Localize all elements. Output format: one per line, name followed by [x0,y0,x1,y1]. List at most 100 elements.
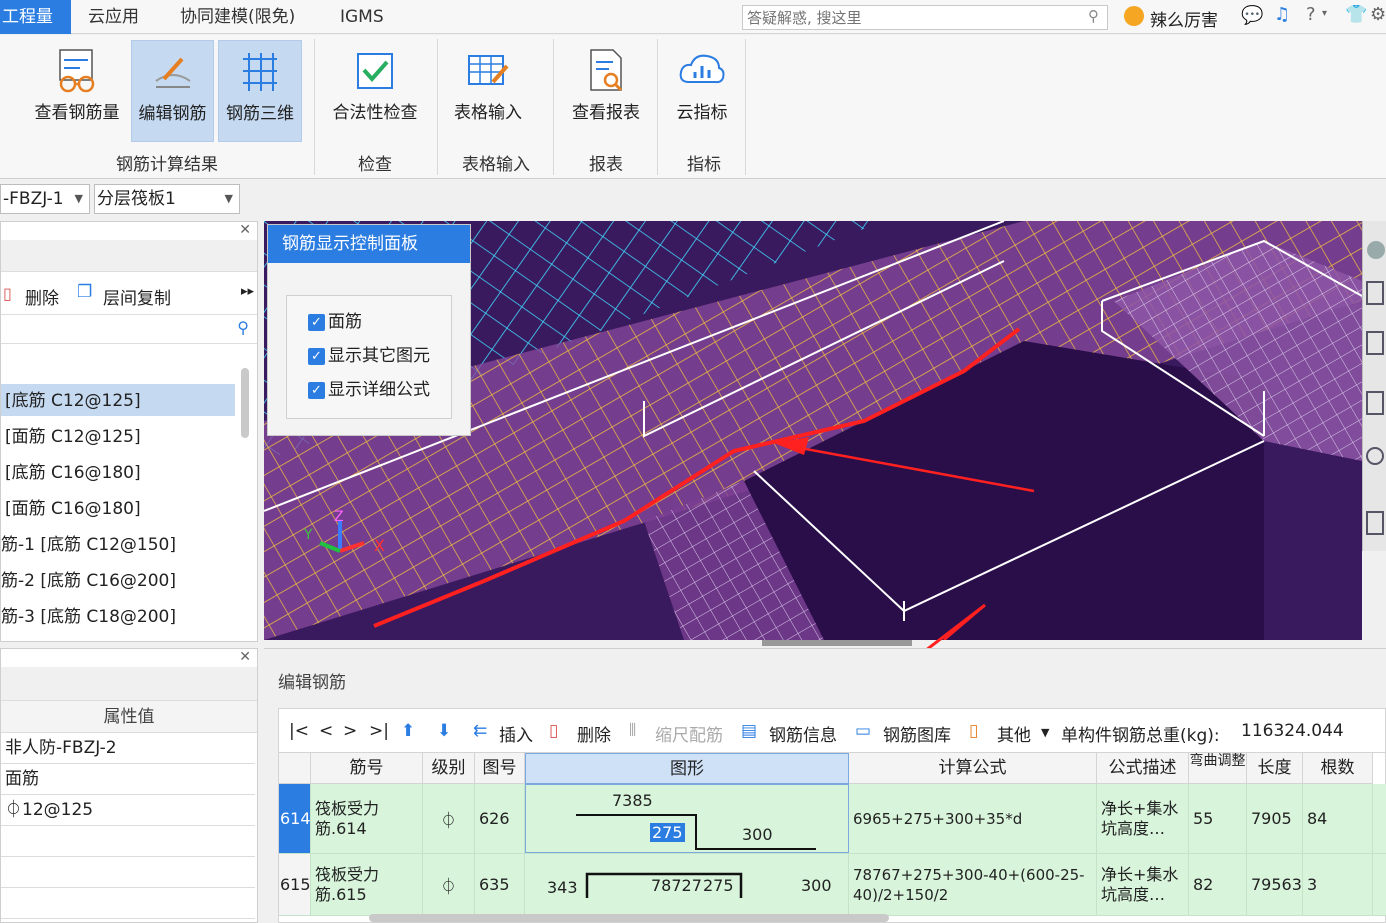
chevron-down-icon[interactable]: ▼ [1041,726,1049,739]
list-item[interactable]: 筋-1 [底筋 C12@150] [1,528,176,562]
row-number[interactable]: 615 [279,854,311,915]
cell-formula[interactable]: 78767+275+300-40+(600-25-40)/2+150/2 [849,854,1097,915]
cell-bend-adjust[interactable]: 55 [1189,784,1247,853]
view-rebar-qty-button[interactable]: 查看钢筋量 [28,40,126,142]
list-item[interactable]: [面筋 C12@125] [5,420,141,454]
scrollbar[interactable] [241,368,249,438]
help-icon[interactable]: ? [1306,4,1316,25]
show-other-elements-checkbox[interactable]: ✓ 显示其它图元 [308,343,430,369]
list-item[interactable]: [底筋 C12@125] [5,384,141,418]
shape-dim-a[interactable]: 343 [547,878,578,897]
insert-button[interactable]: 插入 [499,721,533,746]
property-value-cell[interactable] [1,857,255,888]
cell-figure-no[interactable]: 626 [475,784,525,853]
rotate-icon[interactable] [1366,447,1384,465]
shape-dim-mid[interactable]: 275 [650,823,685,842]
edit-rebar-button[interactable]: 编辑钢筋 [131,40,214,142]
property-value-cell[interactable]: ⏀12@125 [1,795,255,826]
property-value-cell[interactable]: 面筋 [1,764,255,795]
filter-input[interactable]: ⚲ [1,314,257,344]
search-icon[interactable]: ⚲ [237,318,249,337]
col-header-figure-no[interactable]: 图号 [475,753,525,784]
cell-count[interactable]: 3 [1303,854,1373,915]
rebar-3d-button[interactable]: 钢筋三维 [218,40,302,142]
table-row[interactable]: 614 筏板受力筋.614 ⏀ 626 7385 275 300 6965+27… [279,784,1386,854]
cell-length[interactable]: 79563 [1247,854,1303,915]
tab-cloud-apps[interactable]: 云应用 [88,0,139,34]
chat-icon[interactable]: 💬 [1241,5,1263,26]
settings-icon[interactable]: ⚙ [1370,4,1386,25]
next-record-button[interactable]: > [343,721,357,741]
cell-grade[interactable]: ⏀ [423,784,475,853]
delete-icon[interactable]: ▯ [3,284,12,303]
list-item[interactable]: [底筋 C16@180] [5,456,141,490]
property-value-cell[interactable] [1,888,255,919]
col-header-formula[interactable]: 计算公式 [849,753,1097,784]
cell-shape[interactable]: 343 78727 275 300 [525,854,849,915]
rebar-library-button[interactable]: 钢筋图库 [883,721,951,746]
table-input-button[interactable]: 表格输入 [446,40,530,142]
cell-shape[interactable]: 7385 275 300 [525,784,849,853]
user-name[interactable]: 辣么厉害 [1150,6,1218,31]
shape-dim-top[interactable]: 7385 [612,791,653,810]
cell-formula-desc[interactable]: 净长+集水坑高度… [1097,854,1189,915]
rebar-library-icon[interactable]: ▭ [855,721,871,741]
table-row[interactable]: 615 筏板受力筋.615 ⏀ 635 343 78727 275 300 78… [279,854,1386,916]
col-header-grade[interactable]: 级别 [423,753,475,784]
rebar-info-button[interactable]: 钢筋信息 [769,721,837,746]
shape-dim-b[interactable]: 78727 [651,876,702,895]
row-number[interactable]: 614 [279,784,311,853]
delete-button[interactable]: 删除 [25,284,59,309]
chevron-down-icon[interactable]: ▾ [1322,8,1327,19]
cell-rebar-name[interactable]: 筏板受力筋.615 [311,854,423,915]
search-input[interactable] [743,6,1073,29]
delete-icon[interactable]: ▯ [549,721,558,741]
search-icon[interactable]: ⚲ [1088,7,1099,25]
view-frame-icon[interactable] [1366,391,1384,415]
property-value-cell[interactable]: 非人防-FBZJ-2 [1,733,255,764]
tab-quantity[interactable]: 工程量 [0,0,71,34]
insert-icon[interactable]: ⇇ [473,721,487,741]
cell-figure-no[interactable]: 635 [475,854,525,915]
view-cube-icon[interactable] [1366,331,1384,355]
list-item[interactable]: 筋-2 [底筋 C16@200] [1,564,176,598]
rebar-info-icon[interactable]: ▤ [741,721,757,741]
show-detail-formula-checkbox[interactable]: ✓ 显示详细公式 [308,377,430,403]
shape-dim-d[interactable]: 300 [801,876,832,895]
tab-igms[interactable]: IGMS [340,0,384,34]
list-item[interactable]: 筋-3 [底筋 C18@200] [1,600,176,634]
copy-icon[interactable]: ❐ [77,282,92,302]
cell-formula-desc[interactable]: 净长+集水坑高度… [1097,784,1189,853]
other-icon[interactable]: ▯ [969,721,978,741]
prev-record-button[interactable]: < [319,721,333,741]
col-header-bend-adjust[interactable]: 弯曲调整 [1189,753,1247,784]
last-record-button[interactable]: >| [369,721,389,741]
layer-copy-button[interactable]: 层间复制 [103,284,171,309]
property-value-cell[interactable] [1,826,255,857]
close-icon[interactable]: ✕ [239,222,251,238]
layer-select[interactable]: 分层筏板1 ▼ [94,184,240,214]
top-rebar-checkbox[interactable]: ✓ 面筋 [308,309,362,335]
headset-icon[interactable]: ♫ [1274,4,1290,25]
tab-collab-modeling[interactable]: 协同建模(限免) [180,0,295,34]
view-sphere-icon[interactable] [1367,241,1385,259]
other-button[interactable]: 其他 [997,721,1031,746]
cell-count[interactable]: 84 [1303,784,1373,853]
cell-formula[interactable]: 6965+275+300+35*d [849,784,1097,853]
validity-check-button[interactable]: 合法性检查 [325,40,425,142]
col-header-shape[interactable]: 图形 [525,753,849,784]
move-down-icon[interactable]: ⬇ [437,721,451,741]
move-up-icon[interactable]: ⬆ [401,721,415,741]
delete-row-button[interactable]: 删除 [577,721,611,746]
list-item[interactable]: [面筋 C16@180] [5,492,141,526]
component-select[interactable]: -FBZJ-1 ▼ [0,184,90,214]
cell-bend-adjust[interactable]: 82 [1189,854,1247,915]
col-header-formula-desc[interactable]: 公式描述 [1097,753,1189,784]
shape-dim-c[interactable]: 275 [703,876,734,895]
more-icon[interactable]: ▸▸ [241,284,254,299]
col-header-rebar-no[interactable]: 筋号 [311,753,423,784]
splitter-handle[interactable] [762,640,912,646]
shirt-icon[interactable]: 👕 [1345,4,1367,25]
cell-length[interactable]: 7905 [1247,784,1303,853]
close-icon[interactable]: ✕ [239,649,251,665]
